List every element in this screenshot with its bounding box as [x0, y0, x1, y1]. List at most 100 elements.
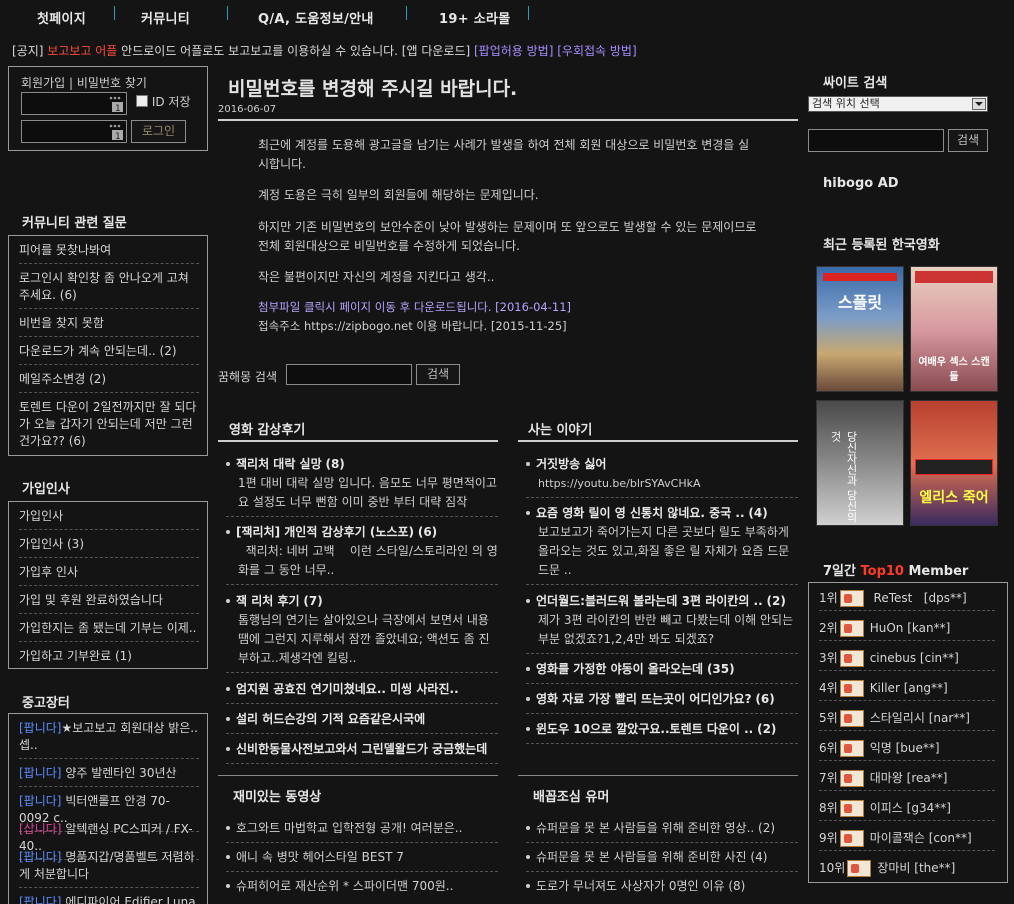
movie-poster[interactable]: 당신자신과 당신의 것 — [816, 400, 904, 526]
greetings-title: 가입인사 — [22, 482, 70, 497]
list-item[interactable]: 비번을 찾지 못함 — [19, 315, 199, 337]
community-title: 커뮤니티 관련 질문 — [22, 216, 127, 231]
list-item[interactable]: 엄지원 공효진 연기미쳤네요.. 미씽 사라진.. — [226, 680, 498, 704]
list-item[interactable]: 슈퍼문을 못 본 사람들을 위해 준비한 사진 (4) — [526, 848, 798, 872]
site-search-input[interactable] — [808, 129, 944, 152]
list-item[interactable]: [팝니다]★보고보고 회원대상 밝은.. 셉.. — [19, 720, 199, 759]
ranking-row[interactable]: 7위 대마왕 [rea**] — [819, 769, 995, 791]
list-item[interactable]: 가입인사 (3) — [19, 536, 199, 558]
site-search-button[interactable]: 검색 — [948, 129, 988, 152]
movie-poster[interactable]: 여배우 섹스 스캔들 — [910, 266, 998, 392]
user-level-icon — [839, 740, 864, 757]
list-item[interactable]: 가입 및 후원 완료하였습니다 — [19, 592, 199, 614]
ranking-row[interactable]: 2위 HuOn [kan**] — [819, 619, 995, 641]
nav-community[interactable]: 커뮤니티 — [141, 8, 190, 27]
list-item[interactable]: 애니 속 병맛 헤어스타일 BEST 7 — [226, 848, 498, 872]
ranking-row[interactable]: 10위 장마비 [the**] — [819, 859, 995, 881]
list-item[interactable]: 슈퍼문을 못 본 사람들을 위해 준비한 영상.. (2) — [526, 819, 798, 843]
list-item[interactable]: 호그와트 마법학교 입학전형 공개! 여러분은.. — [226, 819, 498, 843]
ranking-row[interactable]: 5위 스타일리시 [nar**] — [819, 709, 995, 731]
list-item[interactable]: 가입인사 — [19, 508, 199, 530]
list-item[interactable]: 도로가 무너져도 사상자가 0명인 이유 (8) — [526, 877, 798, 900]
user-level-icon — [847, 860, 872, 877]
user-level-icon — [839, 650, 864, 667]
user-level-icon — [839, 800, 864, 817]
list-item[interactable]: 영화를 가정한 야동이 올라오는데 (35) — [526, 660, 798, 684]
site-search-title: 싸이트 검색 — [823, 76, 888, 91]
list-item[interactable]: 잭리처 대락 실망 (8) 1편 대비 대락 실망 입니다. 음모도 너무 평면적… — [226, 455, 498, 517]
notice-bar: [공지] 보고보고 어플 안드로이드 어플로도 보고보고를 이용하실 수 있습니… — [12, 42, 637, 59]
list-item[interactable]: [잭리처] 개인적 감상후기 (노스포) (6) 잭리처: 네버 고백 이런 스… — [226, 523, 498, 585]
list-item[interactable]: 피어를 못찾나봐여 — [19, 242, 199, 264]
community-list: 피어를 못찾나봐여 로그인시 확인창 좀 안나오게 고쳐주세요. (6) 비번을… — [8, 235, 208, 456]
login-button[interactable]: 로그인 — [131, 120, 186, 143]
article-date: 2016-06-07 — [218, 104, 277, 115]
list-item[interactable]: 잭 리처 후기 (7) 톰행님의 연기는 살아있으나 극장에서 보면서 내용땜에 … — [226, 592, 498, 673]
password-input[interactable]: 1 — [21, 120, 127, 143]
keypad-icon: 1 — [109, 96, 123, 113]
attachment-link[interactable]: 첨부파일 클릭시 페이지 이동 후 다운로드됩니다. [2016-04-11] — [258, 298, 758, 317]
list-item[interactable]: 토렌트 다운이 2일전까지만 잘 되다가 오늘 갑자기 안되는데 저만 그런건가… — [19, 399, 199, 454]
list-item[interactable]: 요즘 영화 릴이 영 신통치 않네요. 중국 .. (4) 보고보고가 죽어가는지… — [526, 504, 798, 585]
videos-title: 재미있는 동영상 — [233, 790, 322, 805]
list-item[interactable]: 영화 자료 가장 빨리 뜨는곳이 어디인가요? (6) — [526, 690, 798, 714]
ranking-row[interactable]: 4위 Killer [ang**] — [819, 679, 995, 701]
popup-help-link[interactable]: [팝업허용 방법] — [474, 44, 553, 58]
notice-app-link[interactable]: 보고보고 어플 — [47, 44, 117, 58]
movie-poster[interactable]: 스플릿 — [816, 266, 904, 392]
login-divider: | — [69, 76, 74, 90]
divider — [518, 440, 798, 442]
user-level-icon — [839, 710, 864, 727]
bypass-help-link[interactable]: [우회접속 방법] — [557, 44, 636, 58]
list-item[interactable]: 거짓방송 싫어 https://youtu.be/blrSYAvCHkA — [526, 455, 798, 498]
ranking-row[interactable]: 6위 익명 [bue**] — [819, 739, 995, 761]
nav-adult-mall[interactable]: 19+ 소라몰 — [439, 8, 511, 27]
ranking-title: 7일간 Top10 Member — [823, 564, 969, 579]
ranking-row[interactable]: 1위 ReTest [dps**] — [819, 589, 995, 611]
life-title: 사는 이야기 — [528, 423, 593, 438]
dream-search-button[interactable]: 검색 — [416, 364, 460, 385]
keypad-icon: 1 — [109, 124, 123, 141]
nav-divider — [528, 6, 529, 20]
dream-search-input[interactable] — [286, 364, 412, 385]
list-item[interactable]: 가입한지는 좀 됐는데 기부는 이제.. — [19, 620, 199, 642]
user-level-icon — [839, 590, 864, 607]
id-input[interactable]: 1 — [21, 92, 127, 115]
list-item[interactable]: 로그인시 확인창 좀 안나오게 고쳐주세요. (6) — [19, 270, 199, 309]
nav-divider — [114, 6, 115, 20]
list-item[interactable]: 설리 허드슨강의 기적 요즘같은시국에 — [226, 710, 498, 734]
article-title: 비밀번호를 변경해 주시길 바랍니다. — [228, 78, 518, 100]
nav-home[interactable]: 첫페이지 — [37, 8, 86, 27]
reviews-title: 영화 감상후기 — [229, 423, 306, 438]
signup-link[interactable]: 회원가입 — [21, 76, 65, 90]
list-item[interactable]: [팝니다] 명품지갑/명품벨트 저렴하게 처분합니다 — [19, 849, 199, 888]
notice-text: 안드로이드 어플로도 보고보고를 이용하실 수 있습니다. [앱 다운로드] — [117, 44, 474, 58]
list-item[interactable]: [팝니다] 양주 발렌타인 30년산 — [19, 765, 199, 787]
list-item[interactable]: 슈퍼히어로 재산순위 * 스파이더맨 700원.. — [226, 877, 498, 900]
list-item[interactable]: 언더월드:블러드워 볼라는데 3편 라이칸의 .. (2) 제가 3편 라이칸의 … — [526, 592, 798, 654]
user-level-icon — [839, 620, 864, 637]
user-level-icon — [839, 830, 864, 847]
list-item[interactable]: 가입하고 기부완료 (1) — [19, 648, 199, 669]
article-paragraph: 계정 도용은 극히 일부의 회원들에 해당하는 문제입니다. — [258, 188, 539, 202]
list-item[interactable]: 다운로드가 계속 안되는데.. (2) — [19, 343, 199, 365]
search-location-select[interactable]: 검색 위치 선택 — [808, 96, 988, 112]
list-item[interactable]: 가입후 인사 — [19, 564, 199, 586]
svg-text:1: 1 — [115, 132, 121, 141]
find-password-link[interactable]: 비밀번호 찾기 — [77, 76, 147, 90]
movie-poster[interactable]: 엘리스 죽어 — [910, 400, 998, 526]
divider — [518, 775, 798, 776]
poster-title: 여배우 섹스 스캔들 — [918, 357, 990, 383]
list-item[interactable]: 메일주소변경 (2) — [19, 371, 199, 393]
nav-qa[interactable]: Q/A, 도움정보/안내 — [258, 8, 374, 27]
ranking-row[interactable]: 9위 마이콜잭슨 [con**] — [819, 829, 995, 851]
save-id-checkbox[interactable] — [136, 95, 148, 107]
list-item[interactable]: [팝니다] 에디파이어 Edifier Luna — [19, 894, 199, 904]
poster-title: 스플릿 — [837, 293, 883, 312]
ranking-row[interactable]: 3위 cinebus [cin**] — [819, 649, 995, 671]
article-paragraph: 하지만 기존 비밀번호의 보안수준이 낮아 발생하는 문제이며 또 앞으로도 발… — [258, 220, 757, 253]
ranking-row[interactable]: 8위 이피스 [g34**] — [819, 799, 995, 821]
divider — [218, 440, 498, 442]
list-item[interactable]: 신비한동물사전보고와서 그린델왈드가 궁금했는데 — [226, 740, 498, 764]
list-item[interactable]: 윈도우 10으로 깔았구요..토렌트 다운이 .. (2) — [526, 720, 798, 744]
